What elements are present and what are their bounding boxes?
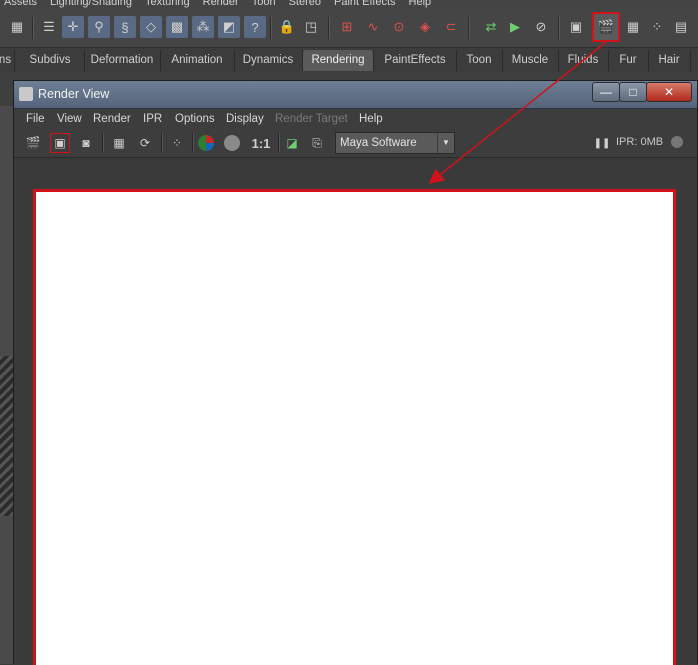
- render-region-icon[interactable]: ▦: [109, 133, 129, 153]
- maximize-button[interactable]: □: [619, 82, 647, 102]
- render-settings-icon[interactable]: ⎘: [307, 133, 327, 153]
- select-surfaces-icon[interactable]: ◇: [140, 16, 162, 38]
- menu-texturing[interactable]: Texturing: [141, 0, 199, 9]
- real-size-button[interactable]: 1:1: [248, 133, 274, 153]
- render-image-canvas[interactable]: [33, 189, 676, 665]
- minimize-button[interactable]: —: [592, 82, 620, 102]
- rv-menu-options[interactable]: Options: [175, 113, 215, 125]
- select-dynamics-icon[interactable]: ⁂: [192, 16, 214, 38]
- history-off-icon[interactable]: ⊘: [530, 16, 552, 38]
- select-rendering-icon[interactable]: ◩: [218, 16, 240, 38]
- rv-menu-help[interactable]: Help: [359, 113, 383, 125]
- rv-menu-ipr[interactable]: IPR: [143, 113, 162, 125]
- tab-hair[interactable]: Hair: [648, 50, 691, 71]
- ipr-render-icon[interactable]: ▣: [50, 133, 70, 153]
- menu-assets[interactable]: Assets: [0, 0, 46, 9]
- rv-menu-file[interactable]: File: [26, 113, 45, 125]
- render-settings-shelf-icon[interactable]: ⁘: [646, 16, 668, 38]
- main-menu-bar: Assets Lighting/Shading Texturing Render…: [0, 0, 698, 9]
- menu-paint-effects[interactable]: Paint Effects: [330, 0, 405, 9]
- refresh-icon[interactable]: ⟳: [135, 133, 155, 153]
- select-by-hierarchy-icon[interactable]: ☰: [38, 16, 60, 38]
- rv-menu-display[interactable]: Display: [226, 113, 264, 125]
- render-canvas-area: [14, 158, 697, 665]
- snap-curve-icon[interactable]: ∿: [362, 16, 384, 38]
- render-frame-icon[interactable]: 🎬: [23, 133, 43, 153]
- pause-icon[interactable]: ❚❚: [594, 135, 611, 151]
- render-view-window-icon[interactable]: ▣: [565, 16, 587, 38]
- select-joints-icon[interactable]: ⚲: [88, 16, 110, 38]
- rv-menu-render[interactable]: Render: [93, 113, 131, 125]
- construction-history-icon[interactable]: ▶: [504, 16, 526, 38]
- rv-menu-render-target: Render Target: [275, 113, 348, 125]
- renderer-value: Maya Software: [340, 137, 417, 149]
- color-channels-icon[interactable]: [196, 133, 216, 153]
- close-button[interactable]: ✕: [646, 82, 692, 102]
- tab-surfaces[interactable]: ns: [0, 50, 15, 71]
- rv-menu-view[interactable]: View: [57, 113, 82, 125]
- menu-set-icon[interactable]: ▦: [6, 16, 28, 38]
- ipr-memory-status: IPR: 0MB: [616, 136, 664, 148]
- menu-lighting-shading[interactable]: Lighting/Shading: [46, 0, 141, 9]
- shelf-tabs: ns Subdivs Deformation Animation Dynamic…: [0, 48, 698, 73]
- hypershade-icon[interactable]: ▤: [670, 16, 692, 38]
- tab-animation[interactable]: Animation: [160, 50, 235, 71]
- snap-view-plane-icon[interactable]: ◈: [414, 16, 436, 38]
- snapshot-icon[interactable]: ◙: [76, 133, 96, 153]
- lock-selection-icon[interactable]: 🔒: [276, 16, 298, 38]
- input-output-icon[interactable]: ⇄: [480, 16, 502, 38]
- alpha-channel-icon[interactable]: [222, 133, 242, 153]
- tab-subdivs[interactable]: Subdivs: [16, 50, 85, 71]
- select-by-component-icon[interactable]: ✛: [62, 16, 84, 38]
- select-deformations-icon[interactable]: ▩: [166, 16, 188, 38]
- render-view-menu-bar: File View Render IPR Options Display Ren…: [14, 109, 697, 129]
- ipr-indicator-icon: [671, 136, 683, 148]
- snap-grid-icon[interactable]: ⊞: [336, 16, 358, 38]
- highlight-selection-icon[interactable]: ◳: [300, 16, 322, 38]
- select-curves-icon[interactable]: §: [114, 16, 136, 38]
- render-view-toolbar: 🎬 ▣ ◙ ▦ ⟳ ⁘ 1:1 ◪ ⎘ Maya Software ▼ ❚❚ I…: [14, 129, 697, 158]
- tab-dynamics[interactable]: Dynamics: [234, 50, 303, 71]
- render-current-frame-icon[interactable]: 🎬: [592, 12, 620, 42]
- make-live-icon[interactable]: ⊂: [440, 16, 462, 38]
- menu-toon[interactable]: Toon: [248, 0, 285, 9]
- menu-help[interactable]: Help: [405, 0, 441, 9]
- renderer-select[interactable]: Maya Software ▼: [335, 132, 455, 154]
- menu-render[interactable]: Render: [199, 0, 248, 9]
- tab-fluids[interactable]: Fluids: [558, 50, 609, 71]
- tab-deformation[interactable]: Deformation: [84, 50, 161, 71]
- status-line-toolbar: ▦ ☰ ✛ ⚲ § ◇ ▩ ⁂ ◩ ? 🔒 ◳ ⊞ ∿ ⊙ ◈ ⊂ ⇄ ▶ ⊘ …: [0, 9, 698, 48]
- snap-point-icon[interactable]: ⊙: [388, 16, 410, 38]
- keep-image-icon[interactable]: ⁘: [167, 133, 187, 153]
- tab-fur[interactable]: Fur: [608, 50, 649, 71]
- ipr-render-shelf-icon[interactable]: ▦: [622, 16, 644, 38]
- select-misc-icon[interactable]: ?: [244, 16, 266, 38]
- display-icon[interactable]: ◪: [282, 133, 302, 153]
- render-view-title-bar[interactable]: Render View — □ ✕: [14, 81, 697, 109]
- chevron-down-icon: ▼: [437, 133, 454, 153]
- tab-painteffects[interactable]: PaintEffects: [374, 50, 457, 71]
- render-view-title: Render View: [38, 87, 110, 101]
- tab-toon[interactable]: Toon: [456, 50, 503, 71]
- tab-muscle[interactable]: Muscle: [502, 50, 559, 71]
- render-view-window: Render View — □ ✕ File View Render IPR O…: [13, 80, 698, 665]
- menu-stereo[interactable]: Stereo: [285, 0, 330, 9]
- render-view-app-icon: [19, 87, 33, 101]
- tab-rendering[interactable]: Rendering: [303, 50, 374, 71]
